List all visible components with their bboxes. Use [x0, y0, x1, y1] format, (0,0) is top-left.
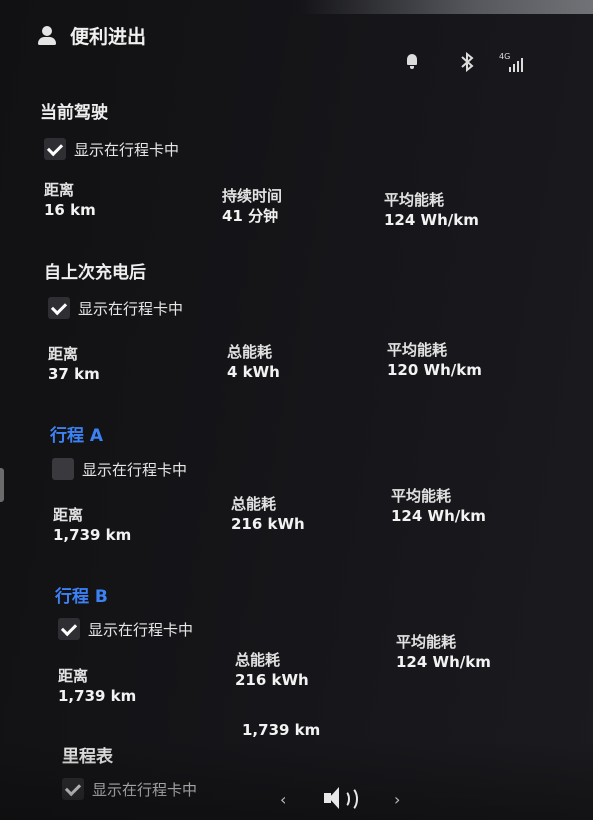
stat-label: 持续时间 — [222, 187, 283, 205]
person-icon[interactable] — [38, 25, 56, 46]
stat-label: 总能耗 — [231, 495, 277, 513]
bluetooth-icon[interactable] — [460, 51, 474, 76]
checkbox-row-current-drive[interactable]: 显示在行程卡中 — [44, 138, 179, 160]
checkbox-label: 显示在行程卡中 — [74, 140, 180, 159]
stat-value: 124 Wh/km — [384, 211, 479, 229]
side-handle[interactable] — [0, 468, 4, 502]
stat-distance: 距离 16 km — [44, 180, 96, 220]
stat-average-consumption: 平均能耗 120 Wh/km — [387, 340, 482, 380]
stat-label: 平均能耗 — [391, 487, 452, 505]
stat-label: 平均能耗 — [387, 341, 448, 359]
stat-label: 距离 — [48, 345, 79, 363]
checkbox-label: 显示在行程卡中 — [82, 460, 188, 479]
chevron-right-icon[interactable]: › — [394, 790, 400, 809]
stat-value: 1,739 km — [53, 526, 132, 544]
stat-distance: 距离 37 km — [48, 344, 100, 384]
stat-distance: 距离 1,739 km — [53, 505, 131, 545]
status-icons: 4G — [405, 51, 545, 76]
stat-duration: 持续时间 41 分钟 — [222, 186, 282, 226]
section-title-current-drive: 当前驾驶 — [40, 103, 108, 123]
checkmark-icon — [50, 298, 68, 315]
stat-value: 4 kWh — [227, 363, 280, 381]
section-title-odometer: 里程表 — [62, 747, 113, 767]
stat-value: 124 Wh/km — [391, 507, 486, 525]
chevron-left-icon[interactable]: ‹ — [280, 790, 286, 809]
odometer-value: 1,739 km — [242, 721, 321, 739]
screen-edge-highlight — [300, 0, 593, 14]
stat-odometer: 1,739 km — [242, 720, 320, 740]
page-header: 便利进出 — [38, 22, 146, 49]
stat-label: 距离 — [53, 506, 84, 524]
section-title-trip-b: 行程 B — [55, 587, 108, 607]
stat-average-consumption: 平均能耗 124 Wh/km — [391, 486, 486, 526]
page-title: 便利进出 — [70, 26, 147, 48]
stat-value: 124 Wh/km — [396, 653, 491, 671]
checkbox-row-since-last-charge[interactable]: 显示在行程卡中 — [48, 297, 183, 319]
lte-label: 4G — [499, 52, 511, 61]
stat-label: 总能耗 — [235, 651, 281, 669]
lte-signal-icon: 4G — [499, 52, 529, 72]
stat-average-consumption: 平均能耗 124 Wh/km — [396, 632, 491, 672]
section-title-since-last-charge: 自上次充电后 — [44, 263, 146, 283]
stat-label: 总能耗 — [227, 343, 273, 361]
checkbox-odometer[interactable] — [62, 778, 84, 800]
checkbox-row-trip-a[interactable]: 显示在行程卡中 — [52, 458, 187, 480]
section-title-trip-a: 行程 A — [50, 426, 104, 446]
stat-total-energy: 总能耗 4 kWh — [227, 342, 280, 382]
checkbox-label: 显示在行程卡中 — [92, 780, 198, 799]
stat-value: 1,739 km — [58, 687, 137, 705]
checkmark-icon — [64, 779, 82, 796]
stat-total-energy: 总能耗 216 kWh — [235, 650, 309, 690]
stat-value: 216 kWh — [231, 515, 305, 533]
stat-distance: 距离 1,739 km — [58, 666, 136, 706]
checkmark-icon — [46, 139, 64, 156]
stat-label: 平均能耗 — [384, 191, 445, 209]
stat-value: 37 km — [48, 365, 100, 383]
checkbox-trip-b[interactable] — [58, 618, 80, 640]
checkmark-icon — [60, 619, 78, 636]
stat-value: 120 Wh/km — [387, 361, 482, 379]
stat-value: 16 km — [44, 201, 96, 219]
stat-average-consumption: 平均能耗 124 Wh/km — [384, 190, 479, 230]
bottom-bar: ‹ › — [270, 778, 420, 818]
checkbox-since-last-charge[interactable] — [48, 297, 70, 319]
volume-icon[interactable] — [324, 786, 364, 812]
checkbox-row-trip-b[interactable]: 显示在行程卡中 — [58, 618, 193, 640]
stat-label: 平均能耗 — [396, 633, 457, 651]
checkbox-label: 显示在行程卡中 — [88, 620, 194, 639]
checkbox-row-odometer[interactable]: 显示在行程卡中 — [62, 778, 197, 800]
stat-value: 216 kWh — [235, 671, 309, 689]
stat-total-energy: 总能耗 216 kWh — [231, 494, 305, 534]
checkbox-current-drive[interactable] — [44, 138, 66, 160]
stat-value: 41 分钟 — [222, 207, 279, 225]
stat-label: 距离 — [58, 667, 89, 685]
checkbox-label: 显示在行程卡中 — [78, 299, 184, 318]
stat-label: 距离 — [44, 181, 75, 199]
trip-screen: 便利进出 4G 当前驾驶 显示在行程卡中 距离 16 km 持续时间 41 分钟 — [0, 0, 593, 820]
checkbox-trip-a[interactable] — [52, 458, 74, 480]
